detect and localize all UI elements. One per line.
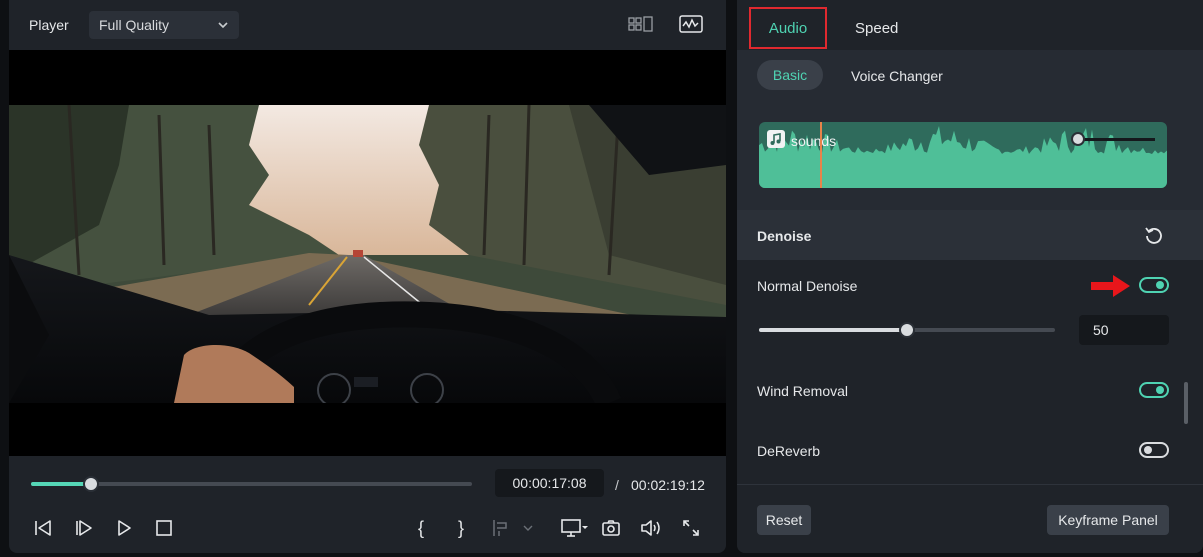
waveform-monitor-icon[interactable] <box>679 14 703 36</box>
red-arrow-icon <box>1091 275 1130 297</box>
quality-value: Full Quality <box>99 17 170 33</box>
denoise-level-slider[interactable] <box>759 322 1055 338</box>
video-frame <box>9 105 726 403</box>
timeline-playhead[interactable] <box>82 476 99 492</box>
denoise-settings: Normal Denoise 50 Wind Removal DeReverb <box>737 260 1203 484</box>
volume-icon <box>641 520 660 536</box>
snapshot-icon <box>602 520 620 536</box>
denoise-level-input[interactable]: 50 <box>1079 315 1169 345</box>
panel-tabs: Audio Speed <box>737 0 1203 50</box>
player-panel: Player Full Quality 00:00:17:08 / 00:02:… <box>9 0 726 553</box>
total-time: 00:02:19:12 <box>631 477 705 493</box>
audio-waveform[interactable]: sounds <box>759 122 1167 188</box>
section-title: Denoise <box>757 228 812 244</box>
stop-button[interactable] <box>153 517 175 539</box>
toggle-knob <box>1144 446 1152 454</box>
clip-volume-handle[interactable] <box>1071 132 1085 146</box>
subtab-voice-changer[interactable]: Voice Changer <box>851 68 943 84</box>
slider-fill <box>759 328 907 332</box>
display-icon <box>561 519 588 537</box>
snapshot-button[interactable] <box>600 517 622 539</box>
slider-handle[interactable] <box>899 322 915 338</box>
play-button[interactable] <box>113 517 135 539</box>
step-back-icon <box>35 520 51 536</box>
normal-denoise-label: Normal Denoise <box>757 278 858 294</box>
chevron-down-icon <box>218 22 228 29</box>
panel-footer: Reset Keyframe Panel <box>737 484 1203 553</box>
mark-in-button[interactable]: { <box>410 517 432 539</box>
tab-speed[interactable]: Speed <box>855 20 898 37</box>
normal-denoise-toggle[interactable] <box>1139 277 1169 293</box>
player-title: Player <box>29 17 69 33</box>
mark-out-icon: } <box>457 517 464 538</box>
clip-volume-track[interactable] <box>1079 138 1155 141</box>
wind-removal-label: Wind Removal <box>757 383 849 399</box>
music-note-icon <box>767 130 785 148</box>
display-button[interactable] <box>560 517 590 539</box>
reset-button-label: Reset <box>765 512 803 528</box>
toggle-knob <box>1156 386 1164 394</box>
dereverb-label: DeReverb <box>757 443 821 459</box>
stop-icon <box>156 520 172 536</box>
reset-button[interactable]: Reset <box>757 505 811 535</box>
fullscreen-icon <box>683 520 699 536</box>
dereverb-toggle[interactable] <box>1139 442 1169 458</box>
timeline-progress <box>31 482 91 486</box>
waveform-playhead <box>820 122 822 188</box>
toggle-knob <box>1156 281 1164 289</box>
mark-out-button[interactable]: } <box>450 517 472 539</box>
playback-timeline[interactable] <box>31 476 472 492</box>
tab-audio-label: Audio <box>768 19 808 37</box>
clip-marker-button[interactable] <box>490 517 534 539</box>
keyframe-panel-button[interactable]: Keyframe Panel <box>1047 505 1169 535</box>
wind-removal-toggle[interactable] <box>1139 382 1169 398</box>
video-preview[interactable] <box>9 50 726 456</box>
current-time[interactable]: 00:00:17:08 <box>495 469 604 497</box>
tab-audio[interactable]: Audio <box>749 7 827 49</box>
reset-icon[interactable] <box>1143 225 1165 247</box>
volume-button[interactable] <box>640 517 662 539</box>
player-header: Player Full Quality <box>9 0 726 50</box>
properties-panel: Audio Speed Basic Voice Changer sounds D… <box>737 0 1203 553</box>
time-separator: / <box>615 477 619 493</box>
audio-subpanel: Basic Voice Changer sounds <box>737 50 1203 210</box>
step-forward-icon <box>76 520 92 536</box>
mark-in-icon: { <box>417 517 424 538</box>
subtab-basic[interactable]: Basic <box>757 60 823 90</box>
quality-dropdown[interactable]: Full Quality <box>89 11 239 39</box>
grid-view-icon[interactable] <box>628 14 654 36</box>
fullscreen-button[interactable] <box>680 517 702 539</box>
keyframe-panel-label: Keyframe Panel <box>1058 512 1158 528</box>
step-back-button[interactable] <box>32 517 54 539</box>
play-icon <box>118 520 131 536</box>
clip-name: sounds <box>791 133 837 149</box>
subtab-basic-label: Basic <box>772 67 808 83</box>
clip-marker-icon <box>493 520 533 536</box>
panel-scrollbar[interactable] <box>1184 382 1188 424</box>
step-forward-button[interactable] <box>73 517 95 539</box>
denoise-section-header: Denoise <box>737 210 1203 260</box>
